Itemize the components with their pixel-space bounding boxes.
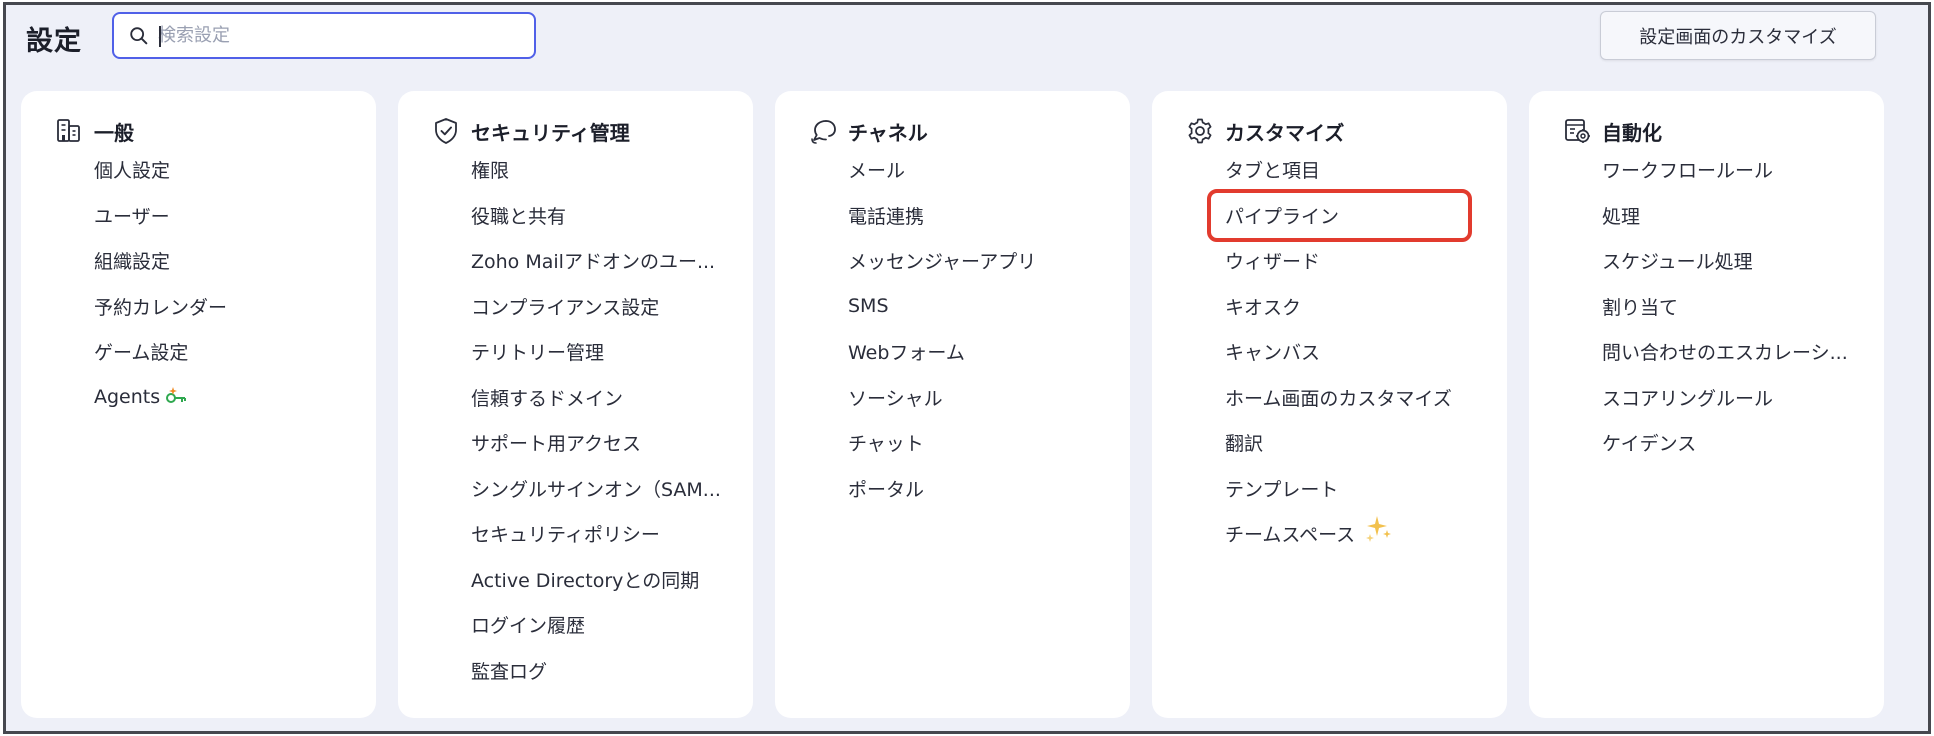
settings-item-tabs-fields[interactable]: タブと項目 — [1225, 147, 1452, 193]
settings-item-translation[interactable]: 翻訳 — [1225, 420, 1452, 466]
search-input[interactable] — [158, 25, 498, 46]
sparkle-icon — [1366, 515, 1392, 542]
settings-item-game[interactable]: ゲーム設定 — [94, 329, 227, 375]
settings-item-security-policy[interactable]: セキュリティポリシー — [471, 511, 721, 557]
settings-list: タブと項目 パイプライン ウィザード キオスク キャンバス ホーム画面のカスタマ… — [1207, 147, 1472, 557]
settings-item-portal[interactable]: ポータル — [848, 466, 1036, 512]
settings-item-agents[interactable]: Agents — [94, 375, 227, 421]
page-title: 設定 — [26, 26, 82, 57]
card-general: 一般 個人設定 ユーザー 組織設定 予約カレンダー ゲーム設定 Agents — [21, 91, 376, 718]
settings-item-assignment[interactable]: 割り当て — [1602, 284, 1848, 330]
agent-key-icon — [166, 387, 187, 404]
settings-item-email[interactable]: メール — [848, 147, 1036, 193]
text-caret — [159, 26, 161, 47]
settings-item-sms[interactable]: SMS — [848, 284, 1036, 330]
settings-item-team-spaces[interactable]: チームスペース — [1225, 511, 1452, 557]
settings-list: 権限 役職と共有 Zoho Mailアドオンのユー... コンプライアンス設定 … — [471, 147, 721, 693]
settings-item-home-customize[interactable]: ホーム画面のカスタマイズ — [1225, 375, 1452, 421]
customize-settings-button[interactable]: 設定画面のカスタマイズ — [1600, 11, 1876, 60]
settings-item-actions[interactable]: 処理 — [1602, 193, 1848, 239]
settings-item-users[interactable]: ユーザー — [94, 193, 227, 239]
settings-item-personal[interactable]: 個人設定 — [94, 147, 227, 193]
settings-item-compliance[interactable]: コンプライアンス設定 — [471, 284, 721, 330]
settings-item-scoring-rules[interactable]: スコアリングルール — [1602, 375, 1848, 421]
settings-item-support-access[interactable]: サポート用アクセス — [471, 420, 721, 466]
settings-item-roles-sharing[interactable]: 役職と共有 — [471, 193, 721, 239]
settings-item-pipeline[interactable]: パイプライン — [1207, 188, 1472, 242]
card-channels: チャネル メール 電話連携 メッセンジャーアプリ SMS Webフォーム ソーシ… — [775, 91, 1130, 718]
settings-item-login-history[interactable]: ログイン履歴 — [471, 602, 721, 648]
settings-item-permissions[interactable]: 権限 — [471, 147, 721, 193]
card-title: カスタマイズ — [1225, 120, 1345, 145]
settings-item-zoho-mail-addon[interactable]: Zoho Mailアドオンのユー... — [471, 238, 721, 284]
settings-item-kiosk[interactable]: キオスク — [1225, 284, 1452, 330]
settings-item-audit-log[interactable]: 監査ログ — [471, 648, 721, 694]
search-icon — [130, 26, 148, 44]
settings-item-trusted-domains[interactable]: 信頼するドメイン — [471, 375, 721, 421]
settings-list: メール 電話連携 メッセンジャーアプリ SMS Webフォーム ソーシャル チャ… — [848, 147, 1036, 511]
settings-item-sso[interactable]: シングルサインオン（SAM... — [471, 466, 721, 512]
card-header: チャネル — [808, 116, 928, 146]
settings-item-social[interactable]: ソーシャル — [848, 375, 1036, 421]
automation-icon — [1565, 119, 1590, 143]
card-automation: 自動化 ワークフロールール 処理 スケジュール処理 割り当て 問い合わせのエスカ… — [1529, 91, 1884, 718]
card-header: セキュリティ管理 — [431, 116, 630, 146]
settings-item-workflow-rules[interactable]: ワークフロールール — [1602, 147, 1848, 193]
settings-item-case-escalation[interactable]: 問い合わせのエスカレーシ... — [1602, 329, 1848, 375]
settings-item-territory[interactable]: テリトリー管理 — [471, 329, 721, 375]
settings-item-active-directory[interactable]: Active Directoryとの同期 — [471, 557, 721, 603]
shield-check-icon — [435, 118, 457, 144]
settings-item-booking-calendar[interactable]: 予約カレンダー — [94, 284, 227, 330]
card-title: セキュリティ管理 — [471, 120, 630, 145]
card-security: セキュリティ管理 権限 役職と共有 Zoho Mailアドオンのユー... コン… — [398, 91, 753, 718]
gear-icon — [1188, 118, 1212, 144]
card-title: チャネル — [848, 120, 928, 145]
settings-item-webforms[interactable]: Webフォーム — [848, 329, 1036, 375]
card-title: 一般 — [94, 120, 134, 145]
settings-item-canvas[interactable]: キャンバス — [1225, 329, 1452, 375]
chat-bubbles-icon — [811, 120, 836, 144]
settings-page: 設定 設定画面のカスタマイズ 一般 個人設定 ユーザー 組織設定 — [3, 2, 1931, 734]
settings-item-schedules[interactable]: スケジュール処理 — [1602, 238, 1848, 284]
card-header: カスタマイズ — [1185, 116, 1344, 146]
settings-item-organization[interactable]: 組織設定 — [94, 238, 227, 284]
card-header: 自動化 — [1562, 116, 1662, 146]
search-box[interactable] — [112, 12, 536, 59]
settings-item-cadences[interactable]: ケイデンス — [1602, 420, 1848, 466]
settings-item-messenger-apps[interactable]: メッセンジャーアプリ — [848, 238, 1036, 284]
settings-list: ワークフロールール 処理 スケジュール処理 割り当て 問い合わせのエスカレーシ.… — [1602, 147, 1848, 466]
settings-item-templates[interactable]: テンプレート — [1225, 466, 1452, 512]
card-header: 一般 — [54, 116, 134, 146]
settings-list: 個人設定 ユーザー 組織設定 予約カレンダー ゲーム設定 Agents — [94, 147, 227, 420]
card-title: 自動化 — [1602, 120, 1662, 145]
settings-item-telephony[interactable]: 電話連携 — [848, 193, 1036, 239]
settings-item-chat[interactable]: チャット — [848, 420, 1036, 466]
building-icon — [57, 119, 80, 142]
settings-item-wizard[interactable]: ウィザード — [1225, 238, 1452, 284]
card-customize: カスタマイズ タブと項目 パイプライン ウィザード キオスク キャンバス ホーム… — [1152, 91, 1507, 718]
